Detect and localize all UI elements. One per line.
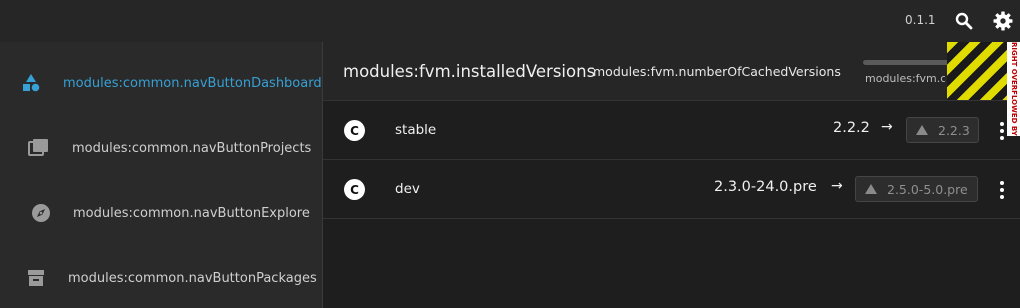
sidebar-item-dashboard[interactable]: modules:common.navButtonDashboard xyxy=(0,63,322,103)
shapes-icon xyxy=(19,71,43,95)
app-version: 0.1.1 xyxy=(905,13,936,27)
top-bar: 0.1.1 xyxy=(0,0,1020,42)
compass-icon xyxy=(29,201,53,225)
arrow-right-icon: → xyxy=(831,178,843,194)
channel-badge: C xyxy=(344,179,365,200)
latest-version: 2.5.0-5.0.pre xyxy=(887,181,968,197)
upgrade-chip[interactable]: 2.2.3 xyxy=(906,117,979,143)
installed-version: 2.2.2 xyxy=(833,120,870,136)
sidebar-item-explore[interactable]: modules:common.navButtonExplore xyxy=(0,193,322,233)
main-header: modules:fvm.installedVersions modules:fv… xyxy=(323,42,1020,136)
overflow-warning-stripes xyxy=(947,42,1007,100)
sidebar-item-label: modules:common.navButtonDashboard xyxy=(63,75,322,91)
sidebar-item-label: modules:common.navButtonPackages xyxy=(68,270,317,286)
sidebar-item-packages[interactable]: modules:common.navButtonPackages xyxy=(0,258,322,298)
installed-version: 2.3.0-24.0.pre xyxy=(714,179,817,195)
main-panel: modules:fvm.installedVersions modules:fv… xyxy=(323,42,1020,308)
channel-name: stable xyxy=(395,122,437,138)
release-row-dev[interactable]: C dev 2.3.0-24.0.pre → 2.5.0-5.0.pre xyxy=(323,160,1020,219)
sidebar: modules:common.navButtonDashboard module… xyxy=(0,42,323,308)
channel-badge: C xyxy=(344,120,365,141)
arrow-right-icon: → xyxy=(881,119,893,135)
cache-size-text: modules:fvm.c xyxy=(865,72,945,85)
warning-triangle-icon xyxy=(916,125,928,135)
latest-version: 2.2.3 xyxy=(938,122,970,138)
folders-icon xyxy=(27,136,51,160)
upgrade-chip[interactable]: 2.5.0-5.0.pre xyxy=(855,176,978,202)
page-title: modules:fvm.installedVersions xyxy=(343,62,596,81)
cached-versions-label: modules:fvm.numberOfCachedVersions xyxy=(593,64,841,79)
release-row-stable[interactable]: C stable 2.2.2 → 2.2.3 xyxy=(323,101,1020,160)
sidebar-item-label: modules:common.navButtonExplore xyxy=(73,205,310,221)
channel-name: dev xyxy=(395,181,420,197)
search-icon[interactable] xyxy=(953,10,975,32)
sidebar-item-projects[interactable]: modules:common.navButtonProjects xyxy=(0,128,322,168)
more-menu-icon[interactable] xyxy=(993,120,1011,142)
warning-triangle-icon xyxy=(865,184,877,194)
archive-icon xyxy=(24,266,48,290)
gear-icon[interactable] xyxy=(992,10,1014,32)
more-menu-icon[interactable] xyxy=(993,179,1011,201)
sidebar-item-label: modules:common.navButtonProjects xyxy=(72,140,312,156)
